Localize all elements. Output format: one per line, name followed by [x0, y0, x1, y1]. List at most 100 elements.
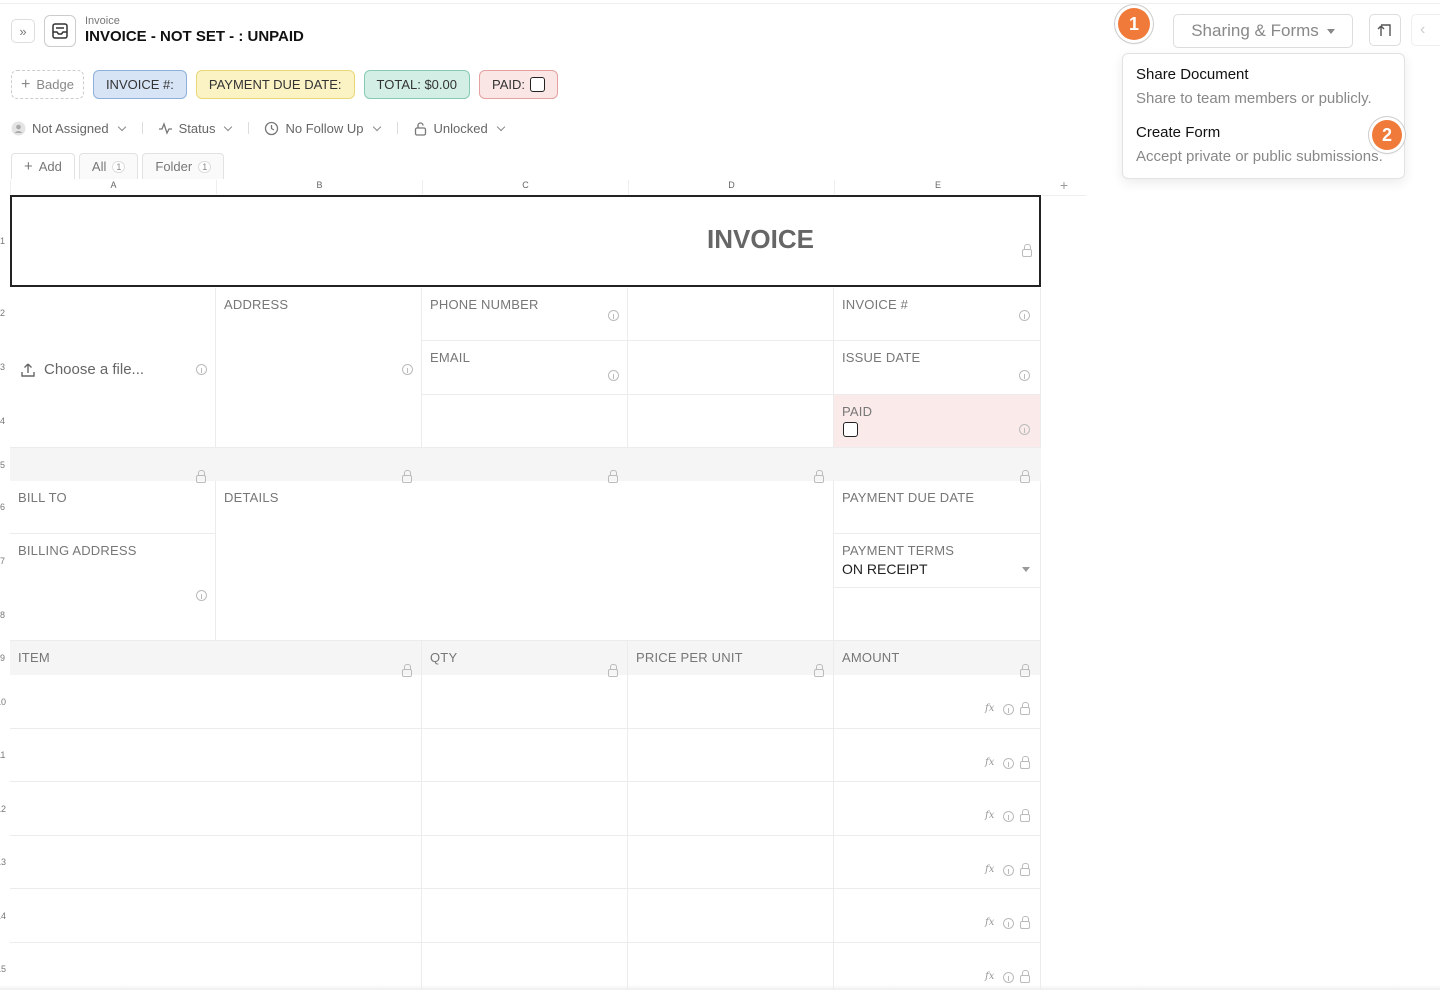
info-icon — [196, 364, 207, 375]
expand-sidebar-button[interactable]: » — [11, 19, 35, 43]
amount-cell[interactable]: fx — [834, 729, 1041, 782]
total-badge[interactable]: TOTAL: $0.00 — [363, 70, 470, 99]
share-document-option[interactable]: Share Document Share to team members or … — [1136, 66, 1372, 107]
payment-due-cell[interactable]: PAYMENT DUE DATE — [834, 481, 1041, 534]
bill-to-cell[interactable]: BILL TO — [10, 481, 216, 534]
details-cell[interactable]: DETAILS — [216, 481, 834, 641]
paid-badge[interactable]: PAID: — [478, 70, 558, 99]
row-number: 4 — [0, 416, 6, 426]
lock-icon — [1020, 863, 1030, 876]
paid-badge-checkbox[interactable] — [529, 77, 545, 92]
create-form-option[interactable]: Create Form Accept private or public sub… — [1136, 124, 1383, 165]
item-cell[interactable] — [422, 943, 628, 990]
add-view-label: Add — [38, 159, 62, 174]
item-cell[interactable] — [10, 836, 422, 889]
tab-all-count: 1 — [112, 160, 126, 173]
row-number: 15 — [0, 964, 7, 974]
sharing-forms-button[interactable]: Sharing & Forms — [1173, 14, 1353, 48]
qty-header-cell[interactable]: QTY — [422, 641, 628, 677]
invoice-number-cell[interactable]: INVOICE # — [834, 288, 1041, 341]
amount-cell[interactable]: fx — [834, 782, 1041, 836]
amount-cell[interactable]: fx — [834, 675, 1041, 729]
empty-cell[interactable] — [628, 395, 834, 448]
dropdown-caret-icon[interactable] — [1022, 567, 1030, 572]
payment-terms-value: ON RECEIPT — [842, 561, 928, 577]
meta-divider — [248, 122, 250, 134]
item-cell[interactable] — [628, 943, 834, 990]
spacer-row — [10, 448, 1041, 481]
info-icon — [1003, 972, 1014, 983]
item-cell[interactable] — [10, 782, 422, 836]
item-cell[interactable] — [422, 836, 628, 889]
phone-cell[interactable]: PHONE NUMBER — [422, 288, 628, 341]
paid-checkbox[interactable] — [843, 422, 858, 437]
issue-date-cell[interactable]: ISSUE DATE — [834, 341, 1041, 395]
document-icon-button[interactable] — [44, 15, 76, 47]
item-cell[interactable] — [628, 675, 834, 729]
follow-up-dropdown[interactable]: No Follow Up — [264, 121, 381, 136]
item-cell[interactable] — [10, 675, 422, 729]
column-header-c[interactable]: C — [422, 180, 628, 194]
amount-cell[interactable]: fx — [834, 943, 1041, 990]
item-cell[interactable] — [422, 675, 628, 729]
payment-terms-cell[interactable]: PAYMENT TERMS ON RECEIPT — [834, 534, 1041, 588]
choose-file-label: Choose a file... — [44, 361, 145, 378]
user-avatar-icon — [11, 121, 26, 135]
empty-cell[interactable] — [422, 395, 628, 448]
choose-file-button[interactable]: Choose a file... — [20, 361, 144, 378]
payment-due-badge[interactable]: PAYMENT DUE DATE: — [195, 70, 355, 99]
empty-cell[interactable] — [628, 341, 834, 395]
add-column-button[interactable]: + — [1042, 178, 1086, 196]
item-cell[interactable] — [10, 943, 422, 990]
logo-upload-cell[interactable]: Choose a file... — [10, 288, 216, 448]
item-cell[interactable] — [422, 889, 628, 943]
step-badge-2: 2 — [1372, 120, 1402, 150]
amount-cell[interactable]: fx — [834, 889, 1041, 943]
price-header-cell[interactable]: PRICE PER UNIT — [628, 641, 834, 677]
status-label: Status — [178, 120, 216, 136]
paid-cell[interactable]: PAID — [834, 395, 1041, 448]
item-cell[interactable] — [628, 889, 834, 943]
chevron-down-icon — [372, 122, 381, 131]
column-header-a[interactable]: A — [10, 180, 216, 194]
item-cell[interactable] — [422, 729, 628, 782]
empty-cell[interactable] — [834, 588, 1041, 641]
lock-icon — [1020, 916, 1030, 929]
amount-cell[interactable]: fx — [834, 836, 1041, 889]
back-button[interactable]: ‹ — [1411, 14, 1440, 46]
tab-folder[interactable]: Folder 1 — [142, 153, 225, 179]
add-badge-button[interactable]: + Badge — [11, 70, 84, 99]
invoice-number-badge[interactable]: INVOICE #: — [92, 70, 187, 99]
item-cell[interactable] — [422, 782, 628, 836]
info-icon — [608, 310, 619, 321]
amount-header-cell[interactable]: AMOUNT — [834, 641, 1041, 677]
info-icon — [1003, 704, 1014, 715]
spreadsheet-grid: Choose a file... ADDRESS PHONE NUMBER EM… — [10, 194, 1041, 990]
tab-all[interactable]: All 1 — [78, 153, 139, 179]
item-cell[interactable] — [628, 836, 834, 889]
item-cell[interactable] — [628, 729, 834, 782]
column-header-e[interactable]: E — [834, 180, 1041, 194]
item-cell[interactable] — [10, 889, 422, 943]
assignee-dropdown[interactable]: Not Assigned — [11, 121, 127, 136]
lock-icon — [1020, 970, 1030, 983]
item-cell[interactable] — [628, 782, 834, 836]
create-form-title: Create Form — [1136, 124, 1221, 141]
upload-button[interactable] — [1369, 14, 1401, 46]
address-cell[interactable]: ADDRESS — [216, 288, 422, 448]
item-header-cell[interactable]: ITEM — [10, 641, 422, 677]
invoice-title-cell[interactable]: INVOICE — [10, 195, 1041, 287]
add-view-tab[interactable]: + Add — [11, 153, 75, 179]
column-header-b[interactable]: B — [216, 180, 422, 194]
empty-cell[interactable] — [628, 288, 834, 341]
status-dropdown[interactable]: Status — [158, 121, 234, 136]
qty-header-label: QTY — [430, 650, 458, 665]
item-cell[interactable] — [10, 729, 422, 782]
column-header-d[interactable]: D — [628, 180, 834, 194]
bottom-edge — [0, 985, 1440, 990]
email-cell[interactable]: EMAIL — [422, 341, 628, 395]
row-number: 8 — [0, 610, 6, 620]
billing-address-cell[interactable]: BILLING ADDRESS — [10, 534, 216, 641]
lock-icon — [1020, 756, 1030, 769]
lock-dropdown[interactable]: Unlocked — [413, 121, 506, 136]
